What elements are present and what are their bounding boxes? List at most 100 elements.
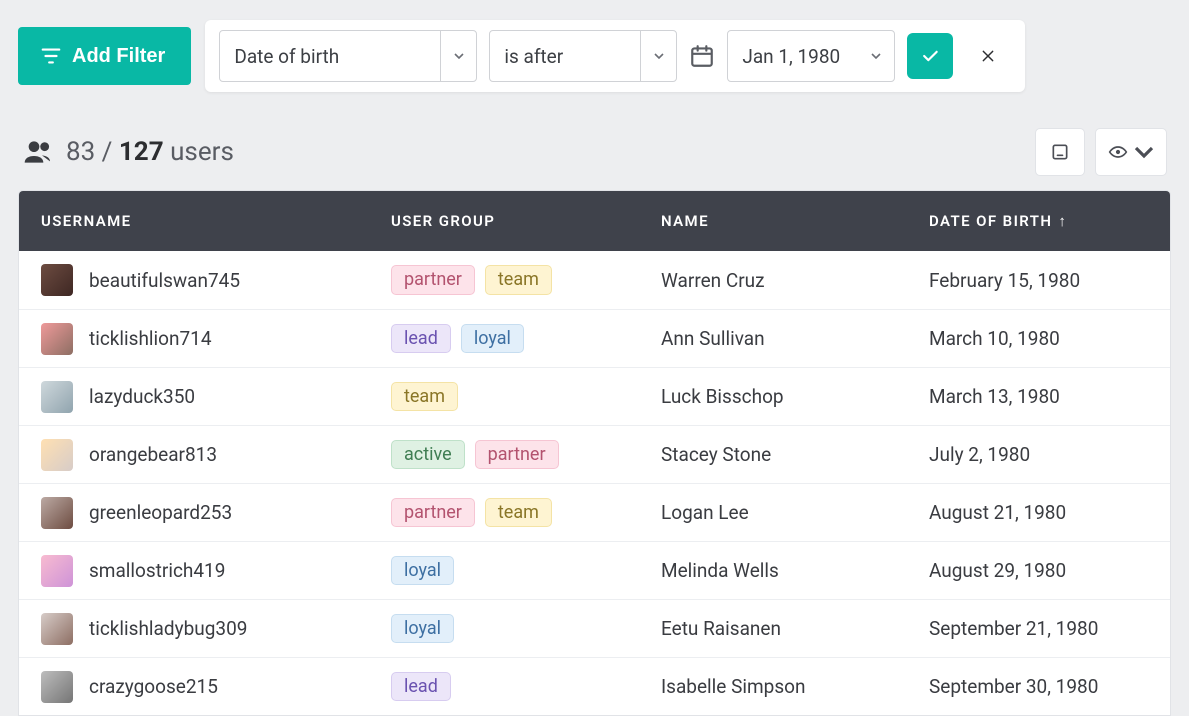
cell-usergroup: lead loyal — [369, 310, 639, 367]
cell-dob: September 21, 1980 — [907, 600, 1170, 657]
avatar — [41, 671, 73, 703]
tag-active: active — [391, 440, 465, 470]
cell-name: Melinda Wells — [639, 542, 907, 599]
cell-username: smallostrich419 — [19, 542, 369, 599]
tag-partner: partner — [391, 265, 475, 295]
tag-team: team — [485, 498, 552, 528]
calendar-icon[interactable] — [689, 43, 715, 69]
filter-date-value: Jan 1, 1980 — [728, 45, 858, 68]
result-count: 83 / 127 users — [66, 137, 234, 167]
remove-filter-button[interactable] — [965, 33, 1011, 79]
filter-operator-select[interactable]: is after — [489, 30, 677, 82]
cell-dob: September 30, 1980 — [907, 658, 1170, 715]
cell-username: ticklishladybug309 — [19, 600, 369, 657]
caret-down-icon — [440, 31, 476, 81]
table-row[interactable]: ticklishlion714 lead loyal Ann SullivanMarc… — [19, 309, 1170, 367]
tag-loyal: loyal — [391, 614, 454, 644]
apply-filter-button[interactable] — [907, 33, 953, 79]
cell-dob: August 21, 1980 — [907, 484, 1170, 541]
filter-operator-value: is after — [490, 45, 640, 68]
total-count: 127 — [119, 137, 164, 167]
cell-dob: March 10, 1980 — [907, 310, 1170, 367]
avatar — [41, 613, 73, 645]
cell-name: Warren Cruz — [639, 251, 907, 309]
cell-usergroup: active partner — [369, 426, 639, 483]
username: orangebear813 — [89, 443, 217, 466]
cell-name: Eetu Raisanen — [639, 600, 907, 657]
username: greenleopard253 — [89, 501, 232, 524]
username: ticklishladybug309 — [89, 617, 247, 640]
tag-lead: lead — [391, 672, 451, 702]
add-filter-button[interactable]: Add Filter — [18, 27, 191, 85]
filter-date-select[interactable]: Jan 1, 1980 — [727, 30, 895, 82]
col-dob[interactable]: DATE OF BIRTH ↑ — [907, 191, 1170, 251]
table-row[interactable]: orangebear813 active partner Stacey StoneJu… — [19, 425, 1170, 483]
visibility-button[interactable] — [1095, 128, 1167, 176]
cell-username: greenleopard253 — [19, 484, 369, 541]
table-row[interactable]: beautifulswan745 partner team Warren CruzFe… — [19, 251, 1170, 309]
cell-usergroup: loyal — [369, 542, 639, 599]
filtered-count: 83 — [66, 137, 95, 167]
cell-usergroup: lead — [369, 658, 639, 715]
col-name[interactable]: NAME — [639, 191, 907, 251]
filter-field-value: Date of birth — [220, 45, 440, 68]
cell-name: Ann Sullivan — [639, 310, 907, 367]
username: smallostrich419 — [89, 559, 225, 582]
avatar — [41, 555, 73, 587]
cell-usergroup: partner team — [369, 251, 639, 309]
filter-icon — [40, 45, 62, 67]
cell-dob: July 2, 1980 — [907, 426, 1170, 483]
cell-name: Logan Lee — [639, 484, 907, 541]
cell-dob: August 29, 1980 — [907, 542, 1170, 599]
caret-down-icon — [1134, 142, 1154, 162]
cell-name: Stacey Stone — [639, 426, 907, 483]
export-icon — [1050, 142, 1070, 162]
avatar — [41, 264, 73, 296]
cell-username: orangebear813 — [19, 426, 369, 483]
cell-name: Isabelle Simpson — [639, 658, 907, 715]
filter-field-select[interactable]: Date of birth — [219, 30, 477, 82]
sort-asc-icon: ↑ — [1058, 212, 1067, 230]
table-row[interactable]: greenleopard253 partner team Logan LeeAugus… — [19, 483, 1170, 541]
caret-down-icon — [858, 31, 894, 81]
filter-builder: Date of birth is after Jan 1, — [205, 20, 1025, 92]
tag-team: team — [485, 265, 552, 295]
check-icon — [920, 46, 940, 66]
col-username[interactable]: USERNAME — [19, 191, 369, 251]
tag-loyal: loyal — [391, 556, 454, 586]
col-usergroup[interactable]: USER GROUP — [369, 191, 639, 251]
avatar — [41, 439, 73, 471]
username: crazygoose215 — [89, 675, 218, 698]
users-table: USERNAME USER GROUP NAME DATE OF BIRTH ↑… — [18, 190, 1171, 716]
cell-usergroup: team — [369, 368, 639, 425]
tag-team: team — [391, 382, 458, 412]
users-icon — [22, 136, 54, 168]
cell-username: crazygoose215 — [19, 658, 369, 715]
cell-usergroup: loyal — [369, 600, 639, 657]
tag-partner: partner — [391, 498, 475, 528]
cell-name: Luck Bisschop — [639, 368, 907, 425]
cell-username: lazyduck350 — [19, 368, 369, 425]
cell-dob: March 13, 1980 — [907, 368, 1170, 425]
username: beautifulswan745 — [89, 269, 240, 292]
table-row[interactable]: crazygoose215 lead Isabelle SimpsonSeptemb… — [19, 657, 1170, 715]
add-filter-label: Add Filter — [72, 45, 165, 68]
table-row[interactable]: ticklishladybug309 loyal Eetu RaisanenSept… — [19, 599, 1170, 657]
table-row[interactable]: lazyduck350 team Luck BisschopMarch 13, 19… — [19, 367, 1170, 425]
cell-usergroup: partner team — [369, 484, 639, 541]
cell-dob: February 15, 1980 — [907, 251, 1170, 309]
tag-lead: lead — [391, 324, 451, 354]
cell-username: beautifulswan745 — [19, 251, 369, 309]
tag-loyal: loyal — [461, 324, 524, 354]
export-button[interactable] — [1035, 128, 1085, 176]
tag-partner: partner — [475, 440, 559, 470]
caret-down-icon — [640, 31, 676, 81]
table-row[interactable]: smallostrich419 loyal Melinda WellsAugust … — [19, 541, 1170, 599]
avatar — [41, 497, 73, 529]
username: lazyduck350 — [89, 385, 195, 408]
avatar — [41, 381, 73, 413]
username: ticklishlion714 — [89, 327, 212, 350]
cell-username: ticklishlion714 — [19, 310, 369, 367]
avatar — [41, 323, 73, 355]
eye-icon — [1108, 142, 1128, 162]
